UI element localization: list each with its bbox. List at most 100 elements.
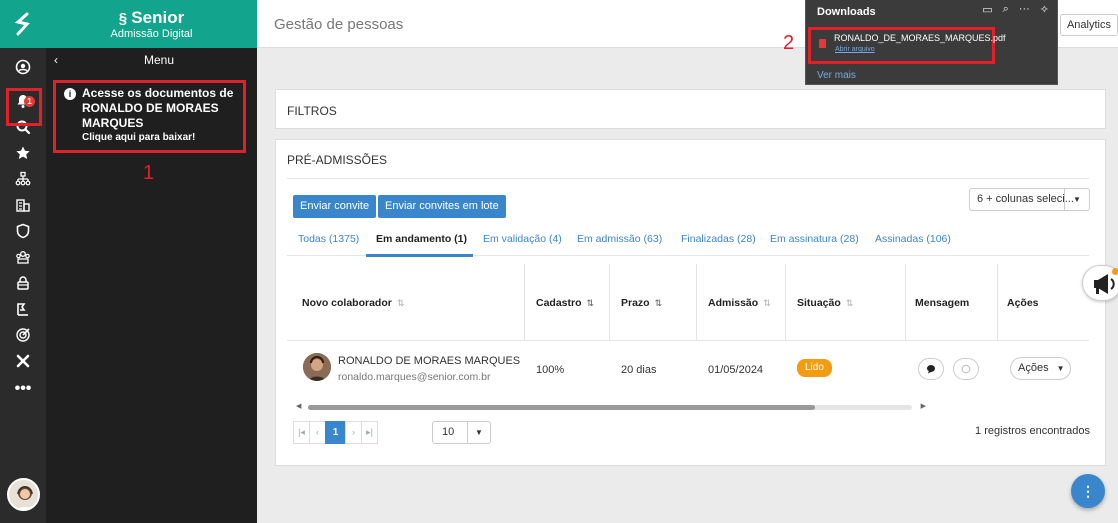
tab-todas[interactable]: Todas (1375)	[298, 233, 359, 245]
step-marker-1: 1	[143, 162, 155, 184]
megaphone-icon[interactable]	[1082, 265, 1118, 301]
next-page-button[interactable]: ›	[345, 421, 362, 444]
avatar[interactable]	[7, 478, 40, 511]
scroll-thumb[interactable]	[308, 405, 815, 410]
senior-logo-icon[interactable]	[0, 0, 46, 48]
records-count: 1 registros encontrados	[975, 425, 1090, 437]
prev-page-button[interactable]: ‹	[309, 421, 326, 444]
column-header-prazo[interactable]: Prazo ⇅	[621, 297, 662, 309]
column-header-admissao[interactable]: Admissão ⇅	[708, 297, 771, 309]
column-divider	[524, 264, 525, 341]
filters-label: FILTROS	[287, 104, 337, 118]
employee-name[interactable]: RONALDO DE MORAES MARQUES	[338, 355, 520, 367]
cadastro-value: 100%	[536, 364, 565, 376]
status-badge: Lido	[797, 359, 832, 377]
shield-icon[interactable]	[0, 218, 46, 244]
admissao-date: 01/05/2024	[708, 364, 764, 376]
notice-name: RONALDO DE MORAES MARQUES	[82, 101, 219, 130]
tab-finalizadas[interactable]: Finalizadas (28)	[681, 233, 756, 245]
tab-em-validacao[interactable]: Em validação (4)	[483, 233, 562, 245]
chat-icon[interactable]	[918, 358, 944, 380]
badge-icon[interactable]	[0, 296, 46, 322]
pdf-file-icon	[819, 39, 826, 48]
page-size-select[interactable]: 10 ▼	[432, 421, 491, 444]
column-divider	[785, 264, 786, 341]
folder-icon[interactable]: ▭	[982, 3, 992, 16]
current-page-button[interactable]: 1	[325, 421, 346, 444]
employee-email: ronaldo.marques@senior.com.br	[338, 371, 491, 383]
search-icon[interactable]: ⌕	[1003, 3, 1009, 16]
analytics-button[interactable]: Analytics	[1059, 14, 1118, 36]
downloads-popup: Downloads ▭ ⌕ ··· ✧ RONALDO_DE_MORAES_MA…	[805, 0, 1058, 85]
column-divider	[905, 264, 906, 341]
lock-icon[interactable]	[0, 270, 46, 296]
tab-em-andamento[interactable]: Em andamento (1)	[376, 233, 467, 245]
column-header-cadastro[interactable]: Cadastro ⇅	[536, 297, 594, 309]
target-icon[interactable]	[0, 322, 46, 348]
tab-em-assinatura[interactable]: Em assinatura (28)	[770, 233, 859, 245]
menu-brand-header: § Senior Admissão Digital	[46, 0, 257, 48]
prazo-value: 20 dias	[621, 364, 657, 376]
pre-admissions-card: PRÉ-ADMISSÕES Enviar convite Enviar conv…	[275, 139, 1106, 466]
star-icon[interactable]	[0, 140, 46, 166]
status-tabs: Todas (1375) Em andamento (1) Em validaç…	[287, 227, 1089, 257]
tab-assinadas[interactable]: Assinadas (106)	[875, 233, 951, 245]
left-rail: ••• 1	[0, 0, 46, 523]
pin-icon[interactable]: ✧	[1040, 3, 1049, 16]
column-header-acoes: Ações	[1007, 297, 1039, 309]
back-chevron-icon[interactable]: ‹	[54, 53, 144, 67]
horizontal-scrollbar[interactable]: ◀ ▶	[296, 402, 926, 410]
building-icon[interactable]	[0, 192, 46, 218]
divider	[287, 178, 1089, 179]
column-header-mensagem: Mensagem	[915, 297, 970, 309]
sort-icon: ⇅	[763, 298, 771, 308]
x-icon[interactable]	[0, 348, 46, 374]
notification-dot	[1112, 268, 1118, 275]
document-notice[interactable]: i Acesse os documentos de RONALDO DE MOR…	[53, 80, 246, 153]
pagination: |◂ ‹ 1 › ▸|	[293, 421, 378, 444]
scroll-right-icon[interactable]: ▶	[921, 402, 926, 410]
download-item[interactable]: RONALDO_DE_MORAES_MARQUES.pdf Abrir arqu…	[808, 27, 1006, 64]
column-header-situacao[interactable]: Situação ⇅	[797, 297, 853, 309]
columns-select[interactable]: 6 + colunas seleci... ▼	[969, 188, 1090, 211]
first-page-button[interactable]: |◂	[293, 421, 310, 444]
tab-em-admissao[interactable]: Em admissão (63)	[577, 233, 662, 245]
pre-admissions-title: PRÉ-ADMISSÕES	[287, 153, 388, 167]
filters-card[interactable]: FILTROS	[275, 89, 1106, 129]
columns-select-value: 6 + colunas seleci...	[977, 193, 1074, 205]
open-file-link[interactable]: Abrir arquivo	[835, 46, 875, 53]
sort-asc-icon: ⇅	[586, 298, 595, 308]
column-divider	[609, 264, 610, 341]
download-file-name[interactable]: RONALDO_DE_MORAES_MARQUES.pdf	[834, 33, 1006, 43]
notice-download-link[interactable]: Clique aqui para baixar!	[82, 132, 237, 143]
avatar	[303, 353, 331, 381]
whatsapp-icon[interactable]	[953, 358, 979, 380]
send-batch-invites-button[interactable]: Enviar convites em lote	[378, 195, 506, 218]
more-icon[interactable]: ···	[1019, 3, 1030, 16]
user-circle-icon[interactable]	[0, 54, 46, 80]
menu-panel: § Senior Admissão Digital ‹ Menu i Acess…	[46, 0, 257, 523]
page-title: Gestão de pessoas	[274, 16, 404, 33]
send-invite-button[interactable]: Enviar convite	[293, 195, 377, 218]
people-icon[interactable]	[0, 244, 46, 270]
column-divider	[997, 264, 998, 341]
org-chart-icon[interactable]	[0, 166, 46, 192]
scroll-left-icon[interactable]: ◀	[296, 402, 301, 410]
chevron-down-icon: ▼	[1056, 364, 1065, 373]
chevron-down-icon: ▼	[1064, 189, 1089, 210]
actions-dropdown[interactable]: Ações ▼	[1010, 357, 1071, 380]
see-more-link[interactable]: Ver mais	[817, 70, 856, 81]
column-divider	[696, 264, 697, 341]
page-size-value: 10	[442, 426, 455, 438]
more-actions-fab[interactable]: ⋮	[1071, 474, 1105, 508]
table-row[interactable]: RONALDO DE MORAES MARQUES ronaldo.marque…	[287, 341, 1089, 397]
menu-title: Menu	[144, 53, 175, 67]
brand-name: § Senior	[118, 8, 185, 27]
notice-text: Acesse os documentos de	[82, 86, 234, 100]
column-header-novo-colaborador[interactable]: Novo colaborador ⇅	[302, 297, 404, 309]
actions-label: Ações	[1018, 362, 1049, 374]
more-icon[interactable]: •••	[0, 376, 46, 402]
step-marker-2: 2	[783, 32, 795, 54]
bell-highlight-box	[6, 88, 42, 126]
last-page-button[interactable]: ▸|	[361, 421, 378, 444]
